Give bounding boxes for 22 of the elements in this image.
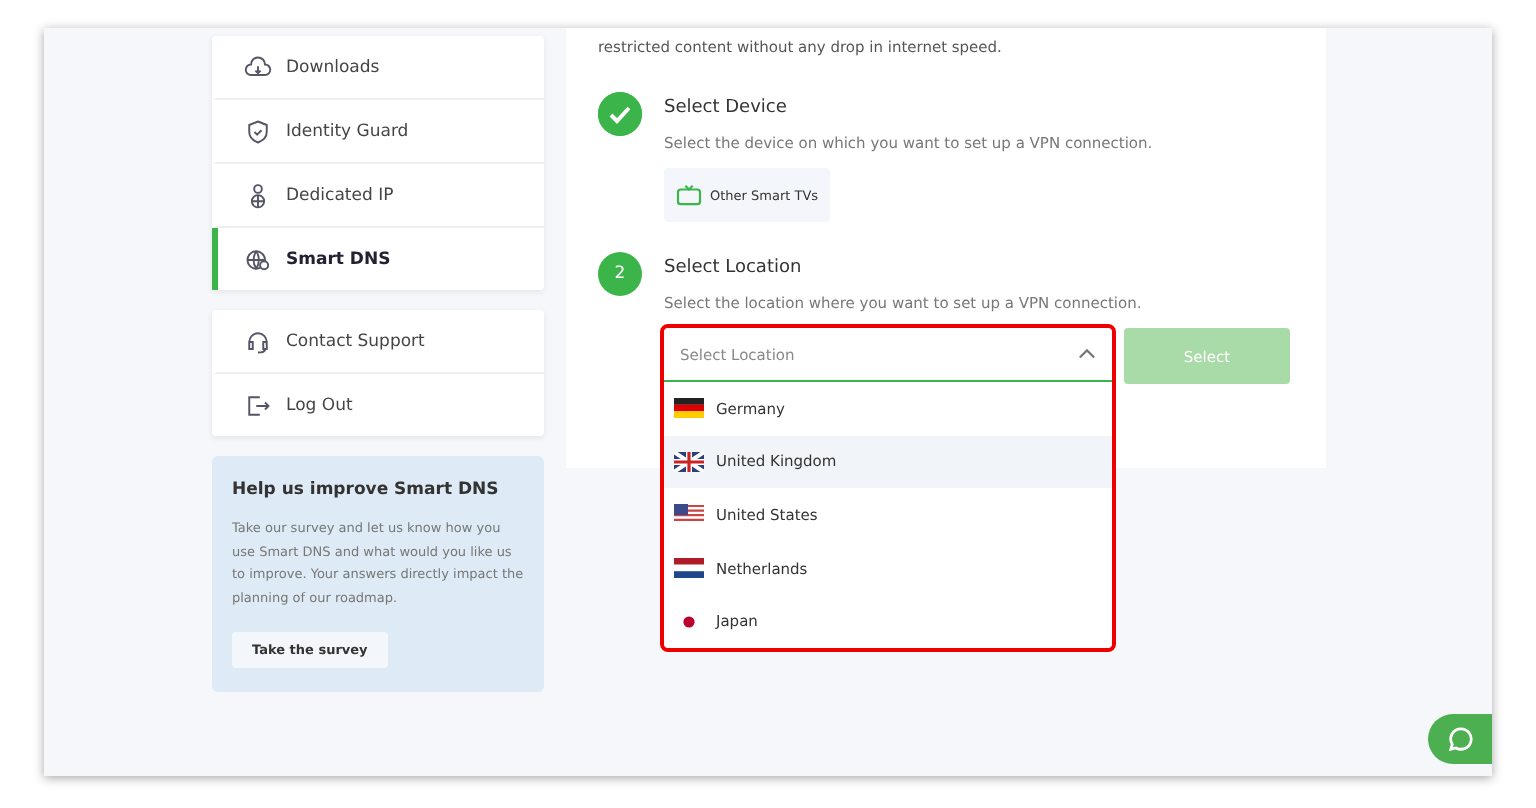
headset-icon	[244, 327, 272, 355]
flag-icon	[674, 504, 704, 525]
shield-icon	[244, 117, 272, 145]
chat-icon	[1448, 726, 1474, 752]
sidebar-item[interactable]: Identity Guard	[212, 100, 544, 164]
sidebar-item[interactable]: Dedicated IP	[212, 164, 544, 228]
flag-icon	[674, 398, 704, 419]
chevron-icon	[1078, 348, 1096, 360]
logout-icon	[244, 391, 272, 419]
tv-icon	[676, 184, 702, 206]
flag-icon	[674, 451, 704, 472]
sidebar-item[interactable]: Smart DNS	[212, 228, 544, 290]
step-title: Select Location	[664, 258, 804, 278]
sidebar-item[interactable]: Downloads	[212, 36, 544, 100]
flag-icon	[674, 558, 704, 579]
sidebar-item[interactable]: Log Out	[212, 374, 544, 436]
step-title: Select Device	[664, 98, 789, 118]
step-number: 2	[598, 252, 642, 296]
globe-icon	[244, 245, 272, 273]
survey-title: Help us improve Smart DNS	[232, 480, 501, 500]
sidebar-item[interactable]: Contact Support	[212, 310, 544, 374]
cloud-download-icon	[244, 53, 272, 81]
